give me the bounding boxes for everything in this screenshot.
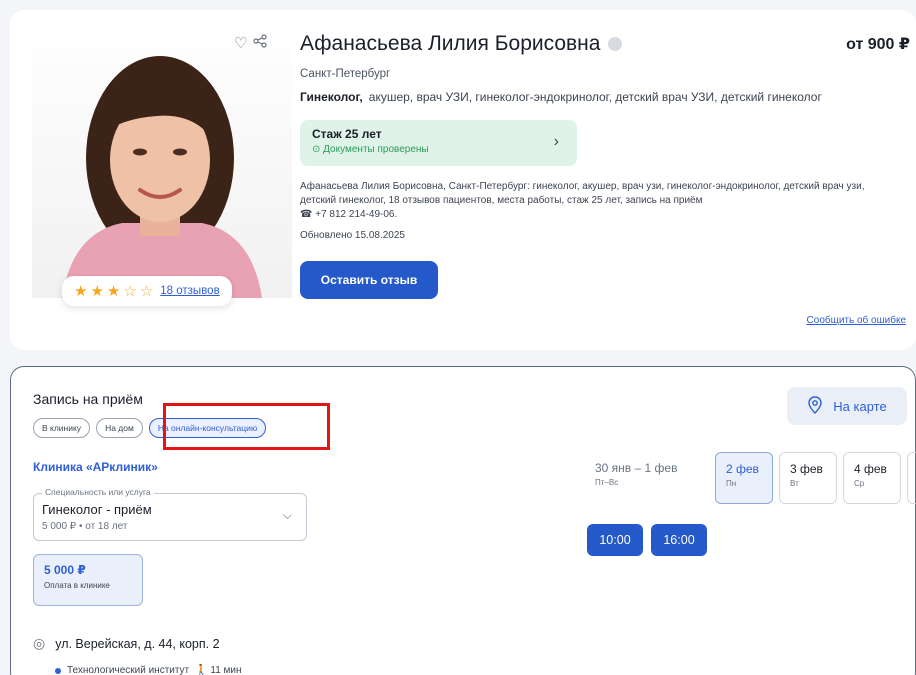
date-label: 3 фев [790,462,823,476]
chevron-right-icon: › [553,133,559,150]
star-outline-icon: ☆ [139,283,155,300]
booking-title: Запись на приём [33,391,143,407]
experience-title: Стаж 25 лет [312,127,382,141]
date-label: 2 фев [726,462,759,476]
star-icon: ★ [106,283,122,300]
doctor-specialties: Гинеколог, акушер, врач УЗИ, гинеколог-эн… [300,88,860,106]
heart-icon[interactable]: ♡ [234,34,247,52]
weekday-label: Ср [854,479,865,488]
doctor-price: от 900 ₽ [846,36,910,53]
weekday-label: Пт–Вс [595,478,619,487]
pill-clinic[interactable]: В клинику [33,418,91,438]
metro-name: Технологический институт [67,665,190,675]
rating-badge: ★ ★ ★ ☆ ☆ 18 отзывов [62,276,232,306]
doctor-card: ♡ ★ ★ ★ ☆ ☆ 18 отзывов Афанасьева Лилия … [10,10,916,350]
check-circle-icon: ⊙ [312,144,321,155]
time-slots: 10:00 16:00 [587,524,707,556]
documents-verified-text: Документы проверены [323,144,429,155]
doctor-info: Афанасьева Лилия Борисовна от 900 ₽ Санк… [300,32,910,299]
date-option[interactable]: 2 фев Пн [715,452,773,504]
doctor-photo [32,18,292,298]
photo-actions: ♡ [234,34,268,52]
main-specialty: Гинеколог, [300,90,363,104]
doctor-city: Санкт-Петербург [300,68,391,80]
verified-icon [608,37,623,51]
address-text: ул. Верейская, д. 44, корп. 2 [55,636,220,651]
reviews-link[interactable]: 18 отзывов [160,285,219,297]
doctor-description: Афанасьева Лилия Борисовна, Санкт-Петерб… [300,180,902,222]
other-specialties: акушер, врач УЗИ, гинеколог-эндокринолог… [368,90,822,104]
rating-stars: ★ ★ ★ ☆ ☆ [74,282,154,300]
booking-card: Запись на приём В клинику На дом На онла… [10,366,916,675]
leave-review-button[interactable]: Оставить отзыв [300,261,438,299]
highlight-box [163,403,330,450]
description-text: Афанасьева Лилия Борисовна, Санкт-Петерб… [300,181,865,206]
phone-icon: ☎ [300,209,313,220]
updated-date: Обновлено 15.08.2025 [300,230,405,241]
on-map-button[interactable]: На карте [787,387,907,425]
pill-home[interactable]: На дом [96,418,143,438]
payment-price: 5 000 ₽ [44,563,86,577]
metro-info: Технологический институт 🚶 11 мин [55,665,242,675]
star-outline-icon: ☆ [123,283,138,300]
select-value: Гинеколог - приём [42,502,152,517]
time-slot[interactable]: 16:00 [651,524,707,556]
clinic-address: ◎ ул. Верейская, д. 44, корп. 2 [33,635,220,652]
date-label: 4 фев [854,462,887,476]
date-label: 30 янв – 1 фев [595,461,678,475]
weekday-label: Пн [726,479,737,488]
chevron-down-icon: ⌵ [282,508,292,522]
date-option[interactable]: 5 Ч [907,452,916,504]
payment-sub: Оплата в клинике [44,581,110,590]
phone-text: +7 812 214-49-06. [315,209,398,220]
doctor-name-text: Афанасьева Лилия Борисовна [300,32,601,55]
clinic-link[interactable]: Клиника «АРклиник» [33,460,158,474]
name-row: Афанасьева Лилия Борисовна от 900 ₽ [300,32,910,56]
metro-icon [55,667,61,674]
time-slot[interactable]: 10:00 [587,524,643,556]
select-subtext: 5 000 ₽ • от 18 лет [42,521,128,532]
date-picker: 30 янв – 1 фев Пт–Вс 2 фев Пн 3 фев Вт 4… [587,452,916,504]
report-error-link[interactable]: Сообщить об ошибке [807,315,906,326]
metro-time: 🚶 11 мин [195,665,242,675]
share-icon[interactable] [253,34,268,52]
location-pin-icon: ◎ [33,635,46,651]
experience-block[interactable]: Стаж 25 лет ⊙ Документы проверены › [300,120,577,166]
date-option[interactable]: 3 фев Вт [779,452,837,504]
map-pin-icon [807,395,823,417]
star-icon: ★ [74,283,89,300]
documents-verified: ⊙ Документы проверены [312,144,565,155]
date-option[interactable]: 4 фев Ср [843,452,901,504]
weekday-label: Вт [790,479,799,488]
service-select[interactable]: Специальность или услуга Гинеколог - при… [33,487,307,541]
select-legend: Специальность или услуга [42,487,154,497]
payment-option[interactable]: 5 000 ₽ Оплата в клинике [33,554,143,606]
star-icon: ★ [90,283,105,300]
on-map-label: На карте [833,398,887,414]
date-range[interactable]: 30 янв – 1 фев Пт–Вс [587,452,709,504]
doctor-name: Афанасьева Лилия Борисовна [300,32,623,56]
